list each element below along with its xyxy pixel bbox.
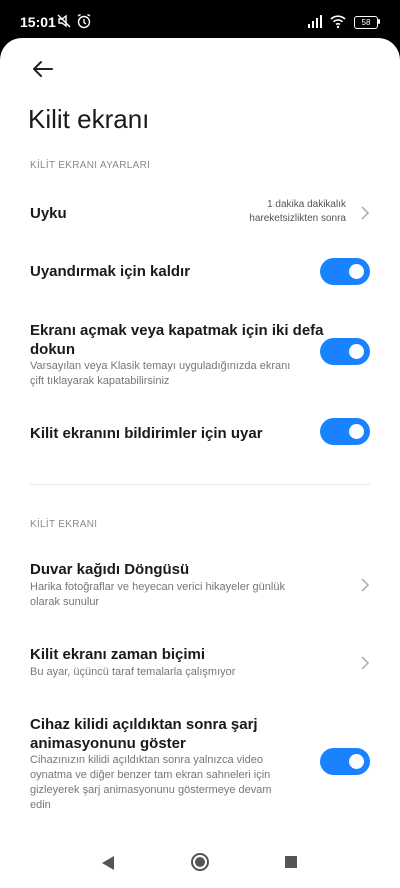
charging-sub-line2: oynatma ve diğer benzer tam ekran sahnel…	[30, 769, 271, 781]
charging-title-line2: animasyonunu göster	[30, 735, 186, 752]
sleep-value-line1: 1 dakika dakikalık	[267, 199, 346, 210]
battery-icon: 58	[354, 16, 378, 29]
time-format-title: Kilit ekranı zaman biçimi	[30, 646, 206, 663]
raise-to-wake-toggle[interactable]	[320, 258, 370, 285]
double-tap-title-line2: dokun	[30, 341, 75, 358]
signal-icon	[308, 15, 322, 28]
time-format-row[interactable]: Kilit ekranı zaman biçimi Bu ayar, üçünc…	[0, 642, 400, 682]
double-tap-sub-line2: çift tıklayarak kapatabilirsiniz	[30, 375, 170, 387]
notify-row: Kilit ekranını bildirimler için uyar	[0, 414, 400, 454]
double-tap-title-line1: Ekranı açmak veya kapatmak için iki defa	[30, 322, 324, 339]
charging-title: Cihaz kilidi açıldıktan sonra şarj anima…	[30, 715, 258, 753]
battery-tip	[378, 19, 380, 24]
status-time: 15:01	[20, 14, 56, 30]
charging-sub-line4: edin	[30, 799, 51, 811]
alarm-icon	[77, 13, 91, 29]
sleep-title: Uyku	[30, 205, 67, 222]
wallpaper-subtitle: Harika fotoğraflar ve heyecan verici hik…	[30, 580, 285, 610]
nav-recents-icon[interactable]	[284, 855, 298, 869]
notify-toggle[interactable]	[320, 418, 370, 445]
chevron-right-icon	[361, 656, 370, 670]
charging-animation-row: Cihaz kilidi açıldıktan sonra şarj anima…	[0, 712, 400, 822]
wallpaper-title: Duvar kağıdı Döngüsü	[30, 561, 190, 578]
double-tap-toggle[interactable]	[320, 338, 370, 365]
back-arrow-icon[interactable]	[30, 56, 56, 82]
section-header-lock-screen: KİLİT EKRANI	[30, 519, 98, 530]
wallpaper-carousel-row[interactable]: Duvar kağıdı Döngüsü Harika fotoğraflar …	[0, 556, 400, 612]
page-title: Kilit ekranı	[28, 104, 150, 134]
toggle-knob	[349, 264, 364, 279]
charging-sub-line3: gizleyerek şarj animasyonunu göstermeye …	[30, 784, 272, 796]
sleep-value: 1 dakika dakikalık hareketsizlikten sonr…	[249, 198, 346, 226]
mute-icon	[57, 14, 71, 28]
time-format-subtitle: Bu ayar, üçüncü taraf temalarla çalışmıy…	[30, 666, 236, 678]
toggle-knob	[349, 754, 364, 769]
double-tap-sub-line1: Varsayılan veya Klasik temayı uyguladığı…	[30, 360, 291, 372]
double-tap-title: Ekranı açmak veya kapatmak için iki defa…	[30, 321, 324, 359]
notify-title: Kilit ekranını bildirimler için uyar	[30, 425, 263, 442]
double-tap-subtitle: Varsayılan veya Klasik temayı uyguladığı…	[30, 359, 290, 389]
charging-sub-line1: Cihazınızın kilidi açıldıktan sonra yaln…	[30, 754, 263, 766]
section-header-lock-screen-settings: KİLİT EKRANI AYARLARI	[30, 160, 151, 171]
double-tap-row: Ekranı açmak veya kapatmak için iki defa…	[0, 318, 400, 390]
toggle-knob	[349, 424, 364, 439]
wallpaper-sub-line2: olarak sunulur	[30, 596, 100, 608]
raise-to-wake-title: Uyandırmak için kaldır	[30, 263, 191, 280]
charging-title-line1: Cihaz kilidi açıldıktan sonra şarj	[30, 716, 258, 733]
section-divider	[30, 484, 370, 485]
nav-back-icon[interactable]	[100, 855, 116, 871]
chevron-right-icon	[361, 578, 370, 592]
settings-sheet: Kilit ekranı KİLİT EKRANI AYARLARI Uyku …	[0, 38, 400, 888]
navigation-bar	[0, 836, 400, 888]
battery-level: 58	[361, 18, 371, 27]
sleep-setting-row[interactable]: Uyku 1 dakika dakikalık hareketsizlikten…	[0, 188, 400, 240]
raise-to-wake-row: Uyandırmak için kaldır	[0, 252, 400, 292]
toggle-knob	[349, 344, 364, 359]
charging-subtitle: Cihazınızın kilidi açıldıktan sonra yaln…	[30, 753, 272, 813]
wifi-icon	[330, 15, 346, 29]
wallpaper-sub-line1: Harika fotoğraflar ve heyecan verici hik…	[30, 581, 285, 593]
charging-animation-toggle[interactable]	[320, 748, 370, 775]
sleep-value-line2: hareketsizlikten sonra	[249, 213, 346, 224]
chevron-right-icon	[361, 206, 370, 220]
nav-home-icon[interactable]	[190, 852, 210, 872]
